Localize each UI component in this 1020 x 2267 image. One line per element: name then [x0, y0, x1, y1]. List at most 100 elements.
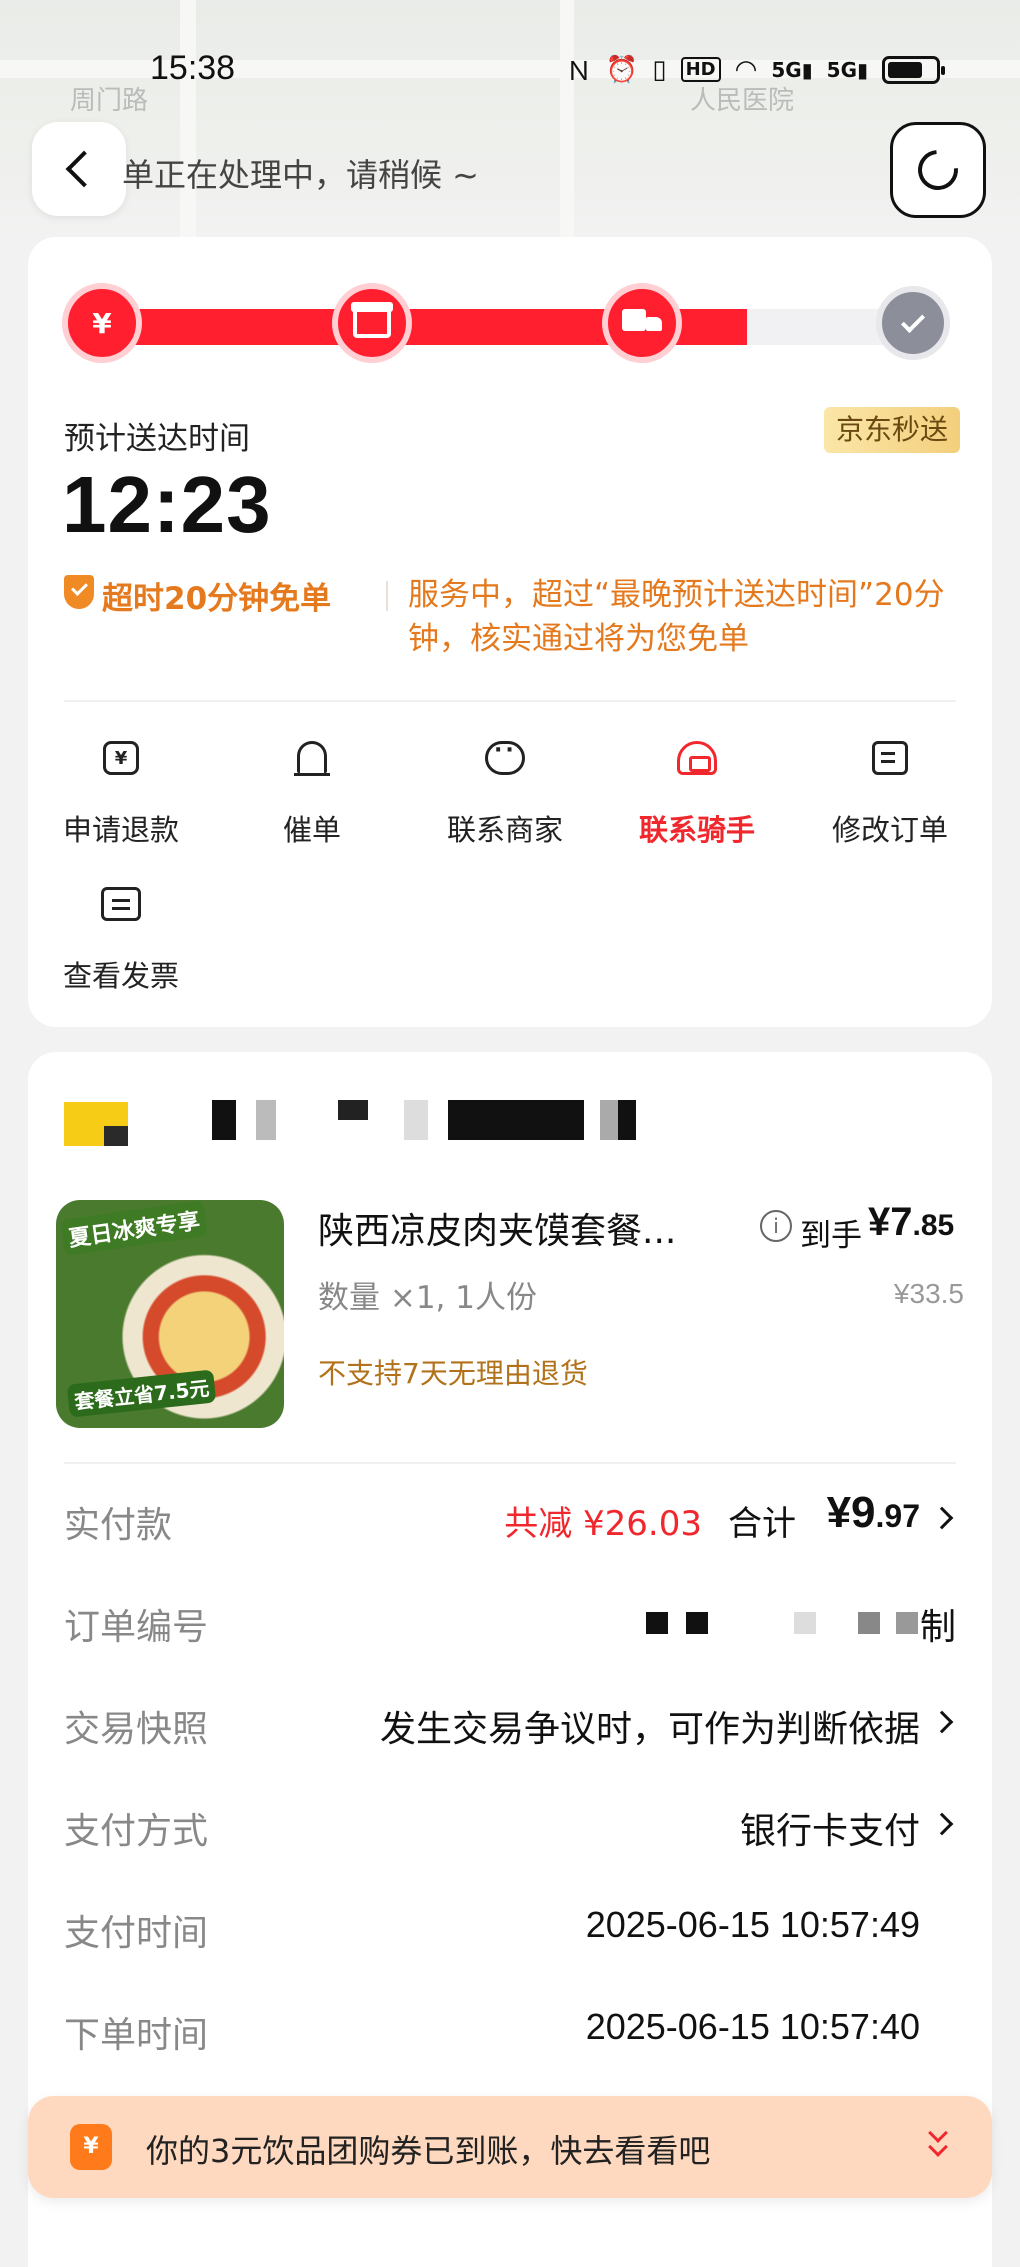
contact-merchant-button[interactable]: 联系商家: [410, 737, 600, 849]
progress-step-delivered: [876, 286, 950, 360]
divider: [64, 700, 956, 702]
paid-amount-row[interactable]: 实付款 共减 ¥26.03 合计 ¥9.97: [64, 1488, 956, 1548]
hd-icon: HD: [680, 57, 721, 82]
contact-rider-button[interactable]: 联系骑手: [602, 737, 792, 849]
snapshot-value: 发生交易争议时，可作为判断依据: [379, 1709, 920, 1750]
order-time-value: 2025-06-15 10:57:40: [585, 2006, 920, 2047]
censored-order-number: [686, 1612, 708, 1634]
censored-shop-name: [618, 1100, 636, 1140]
progress-step-delivering: [602, 283, 682, 363]
divider: [386, 581, 388, 611]
view-invoice-button[interactable]: 查看发票: [26, 883, 216, 995]
signal-5g-icon: 5G▮: [826, 57, 868, 82]
payment-method-row[interactable]: 支付方式 银行卡支付: [64, 1794, 956, 1854]
back-button[interactable]: [32, 122, 126, 216]
order-number-tail: 制: [919, 1607, 956, 1648]
action-label: 联系商家: [446, 813, 563, 847]
action-label: 查看发票: [62, 959, 179, 993]
total-label: 合计: [728, 1504, 796, 1544]
bell-icon: [294, 741, 330, 776]
total-amount: ¥9.97: [827, 1488, 920, 1538]
alarm-icon: ⏰: [605, 54, 639, 85]
check-icon: [900, 308, 926, 334]
modify-order-button[interactable]: 修改订单: [795, 737, 985, 849]
info-icon[interactable]: i: [760, 1210, 792, 1242]
merchant-chat-icon: [485, 738, 525, 775]
nfc-icon: Ｎ: [565, 57, 592, 87]
total-int: ¥9: [826, 1488, 876, 1537]
progress-step-paid: ¥: [62, 283, 142, 363]
product-image-tag: 夏日冰爽专享: [60, 1200, 208, 1256]
status-bar: 15:38 Ｎ ⏰ ▯ HD ◠ 5G▮ 5G▮: [0, 45, 1020, 95]
trade-snapshot-row[interactable]: 交易快照 发生交易争议时，可作为判断依据: [64, 1692, 956, 1752]
invoice-icon: [101, 887, 141, 921]
map-background: 周门路 人民医院: [0, 0, 1020, 240]
censored-shop-name: [600, 1100, 620, 1140]
payment-time-label: 支付时间: [64, 1913, 209, 1954]
wifi-icon: ◠: [734, 54, 758, 85]
censored-shop-name: [448, 1100, 584, 1140]
action-label: 催单: [282, 813, 341, 847]
censored-shop-name: [212, 1100, 236, 1140]
yuan-icon: ¥: [92, 306, 112, 340]
refund-button[interactable]: ¥ 申请退款: [26, 737, 216, 849]
coupon-banner[interactable]: ¥ 你的3元饮品团购券已到账，快去看看吧: [28, 2096, 992, 2198]
refresh-button[interactable]: [890, 122, 986, 218]
censored-shop-name: [338, 1100, 368, 1120]
censored-order-number: [646, 1612, 668, 1634]
delivery-status-card: ¥ 预计送达时间 12:23 京东秒送 超时20分钟免单 服务中，超过“最晚预计…: [28, 237, 992, 1027]
timeout-guarantee: 超时20分钟免单 服务中，超过“最晚预计送达时间”20分钟，核实通过将为您免单: [64, 573, 964, 673]
censored-shop-name: [404, 1100, 428, 1140]
payment-time-row: 支付时间 2025-06-15 10:57:49: [64, 1896, 956, 1956]
map-road: [560, 0, 574, 240]
payment-method-label: 支付方式: [64, 1811, 209, 1852]
product-name[interactable]: 陕西凉皮肉夹馍套餐...: [318, 1202, 718, 1254]
guarantee-description: 服务中，超过“最晚预计送达时间”20分钟，核实通过将为您免单: [408, 577, 945, 657]
action-label: 联系骑手: [638, 813, 755, 847]
product-image-tag: 套餐立省7.5元: [66, 1369, 217, 1418]
store-icon: [351, 302, 393, 338]
action-label: 申请退款: [62, 813, 179, 847]
shield-icon: [64, 575, 94, 609]
order-time-row: 下单时间 2025-06-15 10:57:40: [64, 1998, 956, 2058]
rider-helmet-icon: [677, 741, 717, 775]
vibrate-icon: ▯: [652, 54, 667, 85]
shop-logo[interactable]: [64, 1102, 128, 1146]
progress-step-merchant: [332, 283, 412, 363]
snapshot-label: 交易快照: [64, 1709, 209, 1750]
payment-time-value: 2025-06-15 10:57:49: [585, 1904, 920, 1945]
refresh-icon: [909, 141, 967, 199]
double-chevron-down-icon[interactable]: [926, 2123, 952, 2166]
censored-order-number: [858, 1612, 880, 1634]
order-processing-text: 单正在处理中，请稍候 ~: [122, 156, 479, 194]
edit-order-icon: [872, 741, 908, 775]
divider: [64, 1462, 956, 1464]
status-time: 15:38: [150, 49, 236, 87]
final-price-dec: .85: [912, 1209, 955, 1242]
coupon-banner-text: 你的3元饮品团购券已到账，快去看看吧: [146, 2132, 711, 2170]
guarantee-title: 超时20分钟免单: [102, 581, 332, 617]
order-number-row: 订单编号 制: [64, 1590, 956, 1650]
service-badge: 京东秒送: [823, 407, 960, 453]
refund-icon: ¥: [103, 741, 139, 775]
discount-amount: 共减 ¥26.03: [504, 1504, 702, 1544]
product-image[interactable]: 夏日冰爽专享 套餐立省7.5元: [56, 1200, 284, 1428]
order-number-label: 订单编号: [64, 1607, 209, 1648]
eta-label: 预计送达时间: [64, 421, 250, 457]
product-quantity: 数量 ×1, 1人份: [318, 1280, 537, 1316]
payment-method-value: 银行卡支付: [739, 1811, 920, 1852]
chevron-right-icon: [930, 1710, 954, 1734]
final-price-int: ¥7: [868, 1200, 913, 1244]
action-label: 修改订单: [831, 813, 948, 847]
chevron-right-icon: [930, 1506, 954, 1530]
no-refund-notice: 不支持7天无理由退货: [318, 1357, 588, 1390]
coupon-icon: ¥: [70, 2124, 112, 2170]
paid-label: 实付款: [64, 1505, 173, 1546]
map-road: [180, 0, 196, 240]
battery-icon: [882, 55, 945, 84]
order-time-label: 下单时间: [64, 2015, 209, 2056]
urge-order-button[interactable]: 催单: [217, 737, 407, 849]
censored-order-number: [896, 1612, 918, 1634]
chevron-right-icon: [930, 1812, 954, 1836]
final-price-label: 到手: [800, 1218, 862, 1254]
